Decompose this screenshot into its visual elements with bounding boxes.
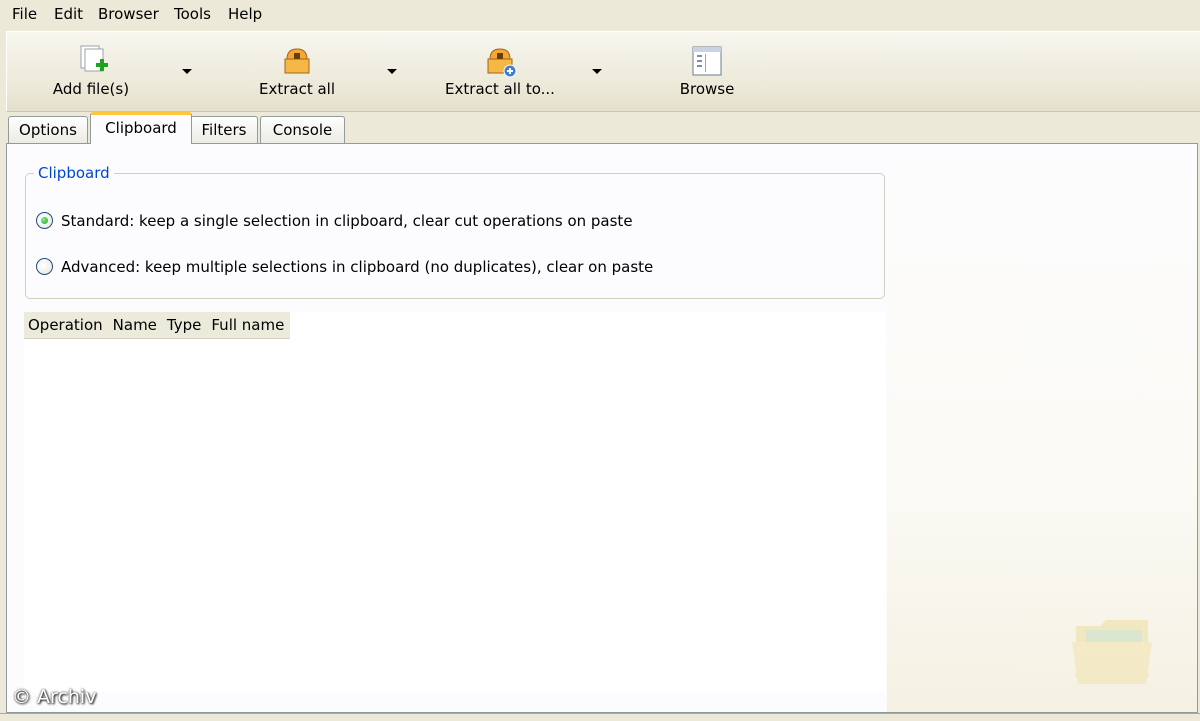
add-files-label: Add file(s) [52,80,130,98]
watermark: © Archiv [12,686,97,708]
extract-all-to-dropdown[interactable] [592,69,602,74]
tab-options[interactable]: Options [8,116,88,143]
groupbox-title: Clipboard [34,163,114,183]
radio-selected-dot [41,217,48,224]
browse-button[interactable]: Browse [662,32,752,110]
clipboard-groupbox: Clipboard Standard: keep a single select… [25,163,885,299]
extract-all-dropdown[interactable] [387,69,397,74]
tab-strip: Options Clipboard Filters Console [8,112,1200,144]
column-type[interactable]: Type [163,312,207,338]
column-operation[interactable]: Operation [24,312,109,338]
extract-archive-icon [284,48,310,74]
browse-window-icon [692,46,722,76]
menu-browser[interactable]: Browser [96,4,161,24]
tab-console[interactable]: Console [260,116,345,143]
extract-all-label: Extract all [258,80,336,98]
tab-clipboard[interactable]: Clipboard [90,112,192,144]
radio-advanced-circle[interactable] [36,258,53,275]
menu-file[interactable]: File [10,4,39,24]
radio-standard-circle[interactable] [36,212,53,229]
column-name[interactable]: Name [109,312,163,338]
menu-help[interactable]: Help [226,4,264,24]
add-files-dropdown[interactable] [182,69,192,74]
column-full-name[interactable]: Full name [207,312,290,338]
radio-advanced-label[interactable]: Advanced: keep multiple selections in cl… [61,256,653,278]
menu-edit[interactable]: Edit [52,4,85,24]
clipboard-panel: Clipboard Standard: keep a single select… [6,143,1198,713]
menu-tools[interactable]: Tools [172,4,213,24]
radio-standard-label[interactable]: Standard: keep a single selection in cli… [61,210,633,232]
folder-icon [1072,620,1152,684]
add-file-icon [80,45,108,72]
extract-all-to-label: Extract all to... [445,80,555,98]
add-files-button[interactable]: Add file(s) [41,32,141,110]
extract-all-to-button[interactable]: Extract all to... [437,32,563,110]
browse-label: Browse [679,80,735,98]
menu-bar: File Edit Browser Tools Help [0,0,1200,30]
clipboard-list[interactable]: Operation Name Type Full name [24,312,886,692]
toolbar: Add file(s) Extract all Extract all to..… [6,31,1200,112]
extract-to-icon [487,48,517,78]
tab-filters[interactable]: Filters [190,116,258,143]
extract-all-button[interactable]: Extract all [247,32,347,110]
list-header: Operation Name Type Full name [24,312,291,339]
